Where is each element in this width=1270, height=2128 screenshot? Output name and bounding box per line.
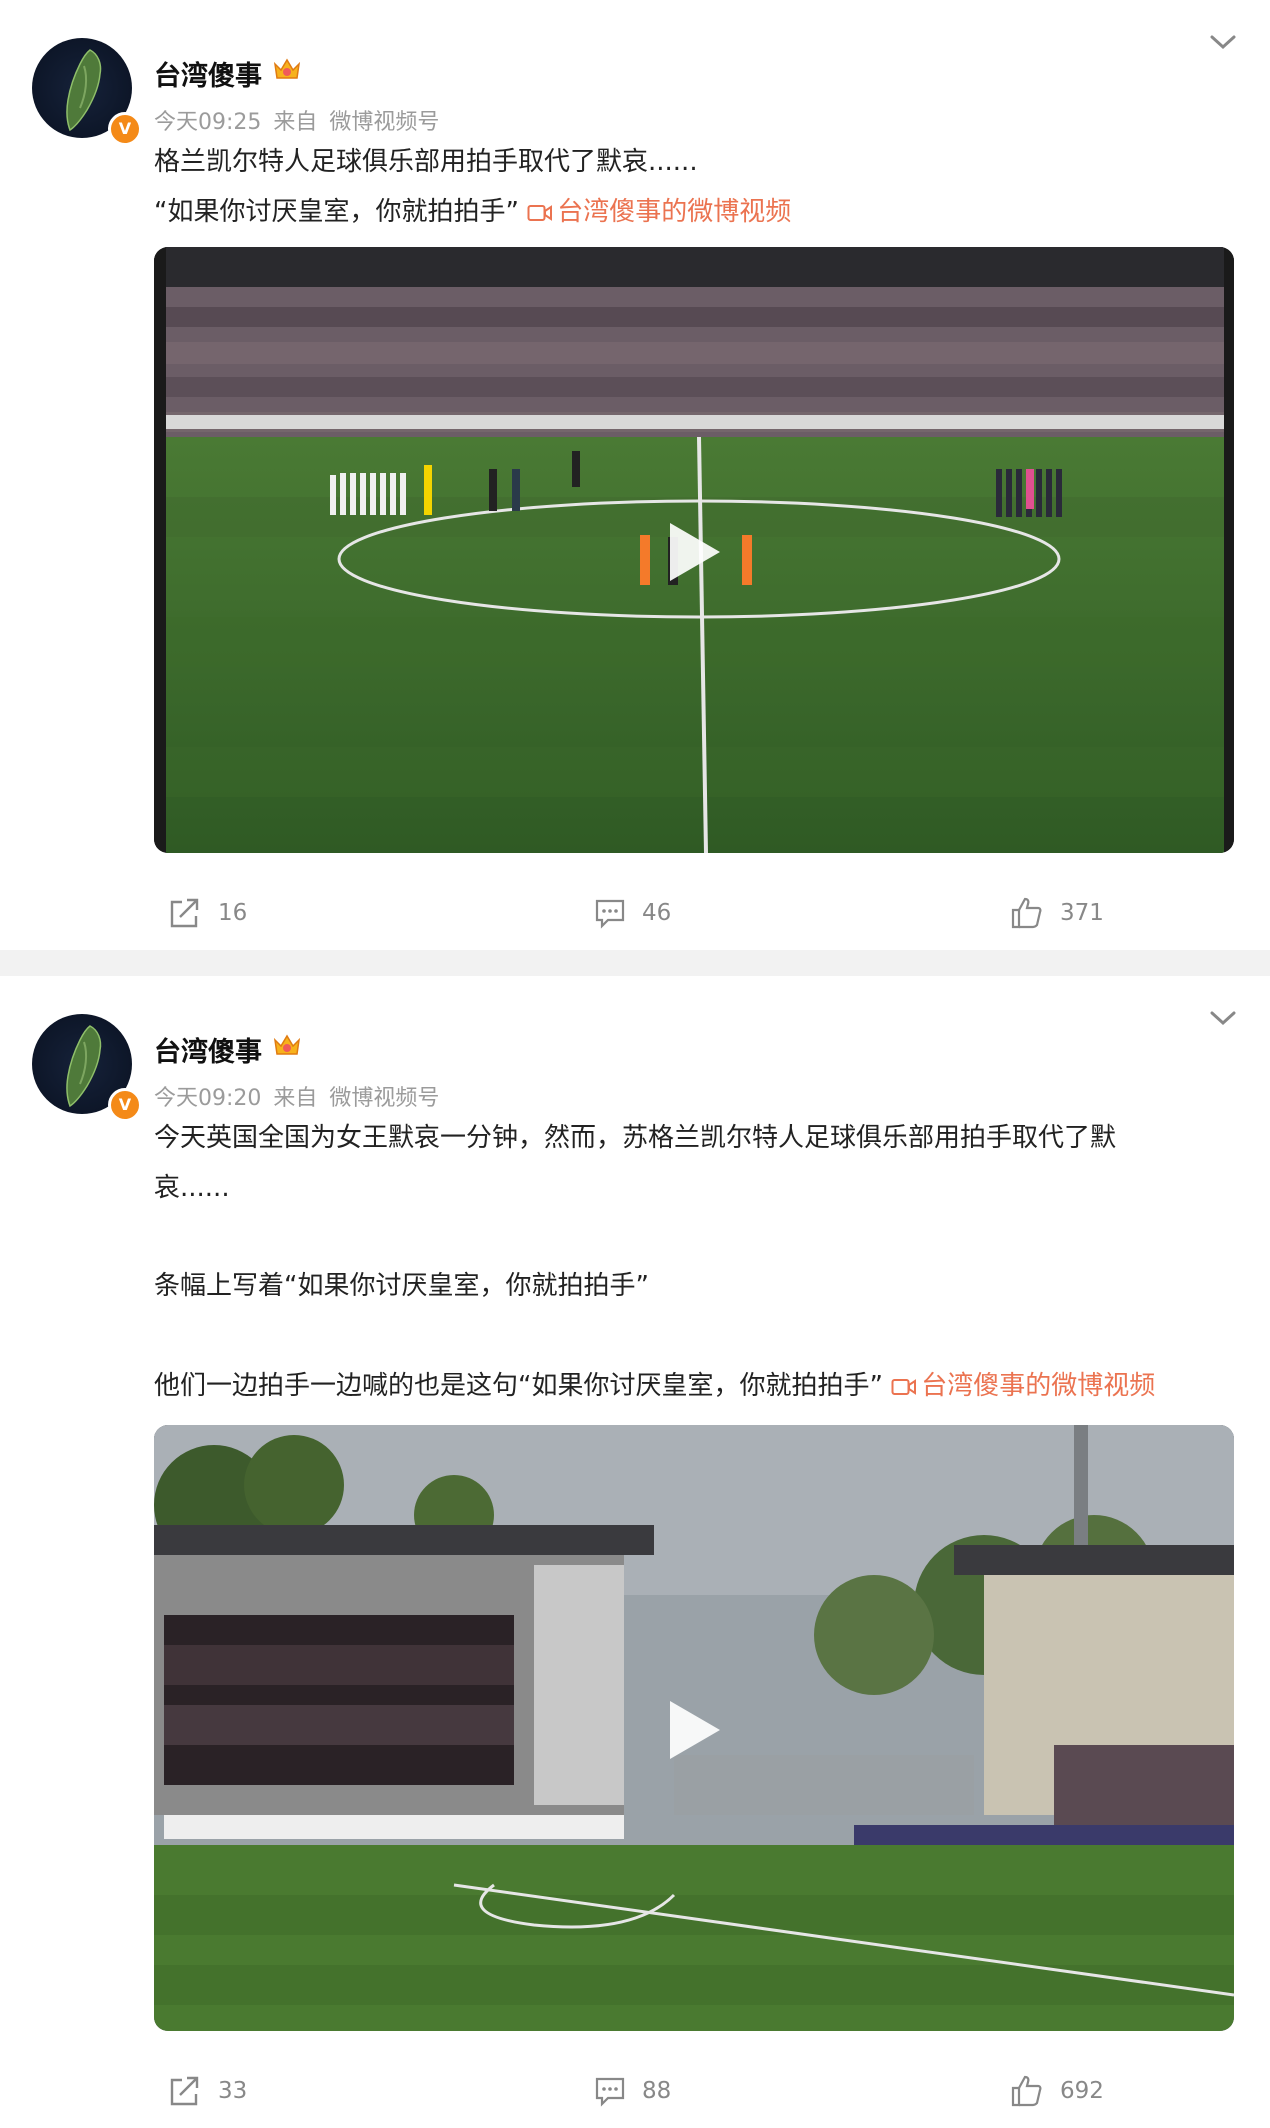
share-icon — [170, 898, 199, 928]
video-camera-icon — [891, 1379, 917, 1395]
video-player[interactable] — [154, 1425, 1234, 2031]
thumbs-up-icon — [1011, 897, 1042, 929]
comment-icon — [595, 899, 625, 929]
repost-count: 16 — [218, 900, 248, 926]
video-link-label[interactable]: 台湾傻事的微博视频 — [921, 1371, 1155, 1401]
like-button[interactable]: 371 — [1010, 888, 1104, 938]
play-icon[interactable] — [664, 1697, 724, 1763]
video-camera-icon — [527, 205, 553, 221]
post-meta: 今天09:25 来自 微博视频号 — [154, 104, 451, 136]
weibo-post: V 台湾傻事 今天09:25 来自 微博视频号 格兰凯尔特人足球俱乐部用拍手取代了默… — [0, 0, 1270, 950]
comment-count: 46 — [642, 900, 672, 926]
like-button[interactable]: 692 — [1010, 2066, 1104, 2116]
video-link[interactable]: 台湾傻事的微博视频 — [527, 197, 791, 227]
post-text-line: 他们一边拍手一边喊的也是这句“如果你讨厌皇室，你就拍拍手” 台湾傻事的微博视频 — [154, 1362, 1214, 1410]
username[interactable]: 台湾傻事 — [154, 1030, 262, 1069]
username[interactable]: 台湾傻事 — [154, 54, 262, 93]
post-time[interactable]: 今天09:20 — [154, 1086, 261, 1111]
chevron-down-icon[interactable] — [1208, 32, 1238, 52]
comment-button[interactable]: 46 — [594, 888, 671, 938]
repost-button[interactable]: 16 — [168, 888, 247, 938]
post-source[interactable]: 微博视频号 — [329, 1086, 439, 1111]
verified-badge-icon: V — [108, 1088, 142, 1122]
post-text-line: “如果你讨厌皇室，你就拍拍手” 台湾傻事的微博视频 — [154, 188, 1214, 236]
post-text-line: 格兰凯尔特人足球俱乐部用拍手取代了默哀...... — [154, 147, 698, 177]
post-text: 他们一边拍手一边喊的也是这句“如果你讨厌皇室，你就拍拍手” — [154, 1371, 883, 1401]
like-count: 371 — [1060, 900, 1104, 926]
post-text: “如果你讨厌皇室，你就拍拍手” — [154, 197, 519, 227]
comment-button[interactable]: 88 — [594, 2066, 671, 2116]
post-text-line: 今天英国全国为女王默哀一分钟，然而，苏格兰凯尔特人足球俱乐部用拍手取代了默 — [154, 1123, 1117, 1153]
source-prefix: 来自 — [273, 110, 318, 135]
post-source[interactable]: 微博视频号 — [329, 110, 439, 135]
video-link[interactable]: 台湾傻事的微博视频 — [891, 1371, 1155, 1401]
repost-count: 33 — [218, 2078, 248, 2104]
like-count: 692 — [1060, 2078, 1104, 2104]
post-time[interactable]: 今天09:25 — [154, 110, 261, 135]
weibo-post: V 台湾傻事 今天09:20 来自 微博视频号 今天英国全国为女王默哀一分钟，然而，… — [0, 976, 1270, 2128]
comment-icon — [595, 2077, 625, 2107]
repost-button[interactable]: 33 — [168, 2066, 247, 2116]
post-meta: 今天09:20 来自 微博视频号 — [154, 1080, 451, 1112]
verified-badge-icon: V — [108, 112, 142, 146]
play-icon[interactable] — [664, 519, 724, 585]
source-prefix: 来自 — [273, 1086, 318, 1111]
crown-icon — [273, 1034, 301, 1055]
video-player[interactable] — [154, 247, 1234, 853]
post-actions: 33 88 692 — [0, 2066, 1270, 2116]
video-link-label[interactable]: 台湾傻事的微博视频 — [557, 197, 791, 227]
post-text-line: 条幅上写着“如果你讨厌皇室，你就拍拍手” — [154, 1271, 649, 1301]
post-text-line: 哀...... — [154, 1173, 230, 1203]
comment-count: 88 — [642, 2078, 672, 2104]
post-divider — [0, 950, 1270, 976]
crown-icon — [273, 58, 301, 79]
share-icon — [170, 2076, 199, 2106]
chevron-down-icon[interactable] — [1208, 1008, 1238, 1028]
post-actions: 16 46 371 — [0, 888, 1270, 938]
thumbs-up-icon — [1011, 2075, 1042, 2107]
